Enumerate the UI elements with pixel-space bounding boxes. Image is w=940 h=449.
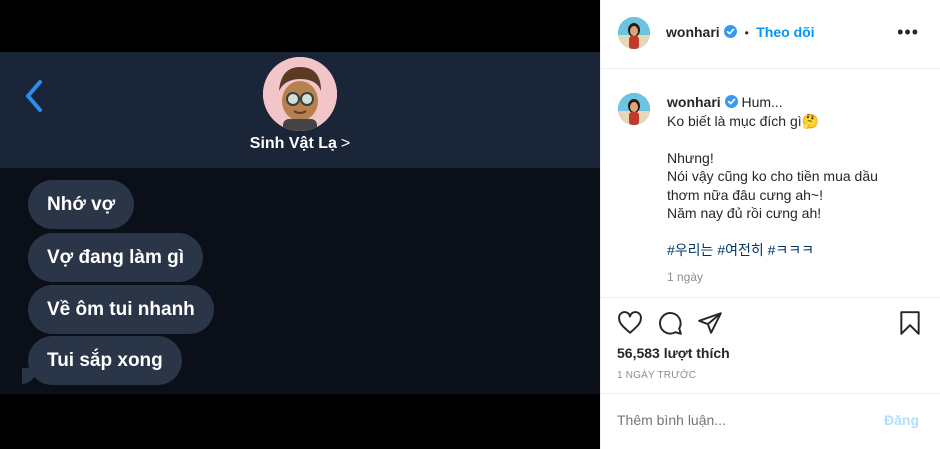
caption-hashtags[interactable]: #우리는 #여전히 #ㅋㅋㅋ <box>667 241 927 260</box>
message-bubble: Tui sắp xong <box>28 336 182 385</box>
likes-count[interactable]: 56,583 lượt thích <box>617 345 730 361</box>
caption-line: Nhưng! <box>667 149 714 166</box>
author-avatar-image <box>618 17 650 49</box>
caption-line: Ko biết là mục đích gì🤔 <box>667 112 820 129</box>
comment-icon[interactable] <box>657 310 683 336</box>
caption-avatar-image <box>618 93 650 125</box>
heart-icon[interactable] <box>617 310 643 336</box>
verified-badge-icon <box>724 95 738 108</box>
memoji-avatar <box>263 57 337 131</box>
caption-time[interactable]: 1 ngày <box>667 270 703 284</box>
caption-line <box>667 130 927 149</box>
post-comment-button[interactable]: Đăng <box>884 412 919 428</box>
post-header: wonhari • Theo dõi ••• <box>601 0 940 69</box>
caption-line <box>667 223 927 242</box>
post-panel: wonhari • Theo dõi ••• wonhari Hum... Ko… <box>600 0 940 449</box>
caption-area: wonhari Hum... Ko biết là mục đích gì🤔 N… <box>601 69 940 298</box>
caption-first-line: Hum... <box>741 94 783 110</box>
follow-button[interactable]: Theo dõi <box>756 24 814 40</box>
share-icon[interactable] <box>697 310 723 336</box>
contact-avatar <box>263 57 337 131</box>
caption-avatar[interactable] <box>618 93 650 125</box>
contact-name: Sinh Vật Lạ > <box>0 135 600 153</box>
message-bubble: Nhớ vợ <box>28 180 135 229</box>
more-options-icon[interactable]: ••• <box>897 22 919 43</box>
contact-chevron: > <box>340 135 351 152</box>
separator-dot: • <box>744 26 749 40</box>
caption-username[interactable]: wonhari <box>667 94 721 110</box>
caption-line: Nói vậy cũng ko cho tiền mua dầu <box>667 168 878 184</box>
post-date[interactable]: 1 NGÀY TRƯỚC <box>617 370 696 381</box>
post-image: Sinh Vật Lạ > Nhớ vợ Vợ đang làm gì Về ôm… <box>0 0 600 449</box>
message-bubble: Về ôm tui nhanh <box>28 285 214 334</box>
caption-text: wonhari Hum... Ko biết là mục đích gì🤔 N… <box>667 93 927 260</box>
action-bar <box>601 298 940 348</box>
contact-name-text: Sinh Vật Lạ <box>249 135 337 152</box>
comment-input[interactable] <box>617 412 857 428</box>
caption-line: thơm nữa đâu cưng ah~! <box>667 186 823 203</box>
caption-line: Năm nay đủ rồi cưng ah! <box>667 205 822 221</box>
back-chevron-icon <box>26 80 42 112</box>
message-bubble: Vợ đang làm gì <box>28 233 204 282</box>
author-username[interactable]: wonhari <box>666 24 720 40</box>
author-avatar[interactable] <box>618 17 650 49</box>
bookmark-icon[interactable] <box>897 310 923 336</box>
comment-bar: Đăng <box>601 393 940 449</box>
chat-header: Sinh Vật Lạ > <box>0 52 600 168</box>
verified-badge-icon <box>724 25 738 38</box>
